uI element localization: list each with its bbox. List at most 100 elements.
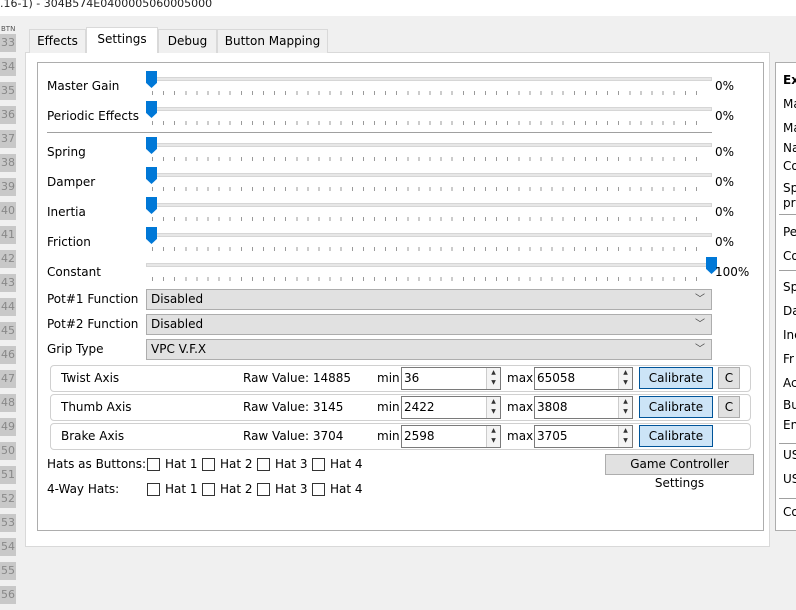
slider-track[interactable] [146, 263, 712, 267]
four-way-hats-checkbox-label: Hat 1 [165, 482, 198, 496]
max-value[interactable]: 65058 [537, 371, 575, 385]
button-number: 38 [0, 154, 16, 172]
four-way-hats-checkbox-label: Hat 4 [330, 482, 363, 496]
spin-arrows-icon[interactable]: ▲ ▼ [618, 397, 632, 418]
max-spinbox[interactable]: 3705 ▲ ▼ [534, 425, 633, 448]
hats-as-buttons-checkbox-label: Hat 4 [330, 457, 363, 471]
button-number: 42 [0, 250, 16, 268]
right-separator [779, 214, 796, 215]
min-label: min [377, 400, 400, 414]
hats-as-buttons-checkbox[interactable] [257, 458, 270, 471]
hats-as-buttons-label: Hats as Buttons: [47, 457, 147, 471]
right-panel-item: Bu [783, 398, 796, 412]
slider-label: Constant [47, 265, 101, 279]
button-number: 52 [0, 490, 16, 508]
button-number: 41 [0, 226, 16, 244]
tab-button-mapping[interactable]: Button Mapping [217, 29, 328, 53]
raw-value: Raw Value: 14885 [243, 371, 352, 385]
window-title: .16-1) - 304B574E0400005060005000 [0, 0, 796, 16]
spin-arrows-icon[interactable]: ▲ ▼ [618, 426, 632, 447]
right-panel-item: Ex [783, 73, 796, 87]
hats-as-buttons-checkbox[interactable] [202, 458, 215, 471]
axis-name: Twist Axis [61, 371, 120, 385]
combo-0[interactable]: Disabled ﹀ [146, 289, 712, 310]
slider-ticks [152, 121, 707, 125]
button-number: 33 [0, 34, 16, 52]
min-label: min [377, 429, 400, 443]
four-way-hats-checkbox[interactable] [202, 483, 215, 496]
tab-effects[interactable]: Effects [29, 29, 86, 53]
calibrate-button[interactable]: Calibrate [639, 425, 713, 447]
right-separator [779, 270, 796, 271]
c-button[interactable]: C [718, 396, 740, 418]
button-number: 50 [0, 442, 16, 460]
slider-label: Periodic Effects [47, 109, 139, 123]
max-value[interactable]: 3705 [537, 429, 568, 443]
right-panel-item: Na [783, 141, 796, 155]
right-panel-item: Da [783, 304, 796, 318]
button-number-column: BTN 33 34 35 36 37 38 39 40 41 42 43 44 45 46 47 48 49 50 5… [0, 24, 18, 610]
min-value[interactable]: 2598 [404, 429, 435, 443]
combo-1[interactable]: Disabled ﹀ [146, 314, 712, 335]
slider-ticks [152, 217, 707, 221]
slider-label: Friction [47, 235, 91, 249]
slider-ticks [152, 187, 707, 191]
four-way-hats-checkbox[interactable] [257, 483, 270, 496]
slider-value: 0% [715, 205, 735, 219]
separator [47, 132, 712, 133]
slider-track[interactable] [146, 173, 712, 177]
min-value[interactable]: 2422 [404, 400, 435, 414]
button-number: 53 [0, 514, 16, 532]
combo-label: Grip Type [47, 342, 104, 356]
max-spinbox[interactable]: 65058 ▲ ▼ [534, 367, 633, 390]
right-panel-item: Fr [783, 352, 794, 366]
tab-debug[interactable]: Debug [158, 29, 217, 53]
max-spinbox[interactable]: 3808 ▲ ▼ [534, 396, 633, 419]
slider-track[interactable] [146, 143, 712, 147]
right-panel-item: Co [783, 249, 796, 263]
min-spinbox[interactable]: 36 ▲ ▼ [401, 367, 501, 390]
right-panel-item: Ine [783, 328, 796, 342]
spin-arrows-icon[interactable]: ▲ ▼ [486, 426, 500, 447]
right-separator [779, 498, 796, 499]
max-label: max [507, 371, 534, 385]
button-number: 36 [0, 106, 16, 124]
combo-value: Disabled [151, 292, 204, 306]
min-value[interactable]: 36 [404, 371, 419, 385]
spin-arrows-icon[interactable]: ▲ ▼ [486, 397, 500, 418]
game-controller-settings-button[interactable]: Game Controller Settings [605, 454, 754, 490]
combo-label: Pot#1 Function [47, 292, 139, 306]
button-number: 39 [0, 178, 16, 196]
slider-value: 0% [715, 109, 735, 123]
right-separator [779, 443, 796, 444]
slider-value: 0% [715, 145, 735, 159]
btn-header: BTN [1, 25, 16, 33]
tab-settings[interactable]: Settings [86, 27, 158, 53]
hats-as-buttons-checkbox-label: Hat 3 [275, 457, 308, 471]
button-number: 37 [0, 130, 16, 148]
min-spinbox[interactable]: 2422 ▲ ▼ [401, 396, 501, 419]
max-label: max [507, 429, 534, 443]
hats-as-buttons-checkbox[interactable] [147, 458, 160, 471]
c-button[interactable]: C [718, 367, 740, 389]
max-value[interactable]: 3808 [537, 400, 568, 414]
button-number: 51 [0, 466, 16, 484]
slider-ticks [152, 91, 707, 95]
button-number: 46 [0, 346, 16, 364]
right-panel-item: Pe [783, 225, 796, 239]
four-way-hats-checkbox[interactable] [312, 483, 325, 496]
slider-track[interactable] [146, 77, 712, 81]
min-spinbox[interactable]: 2598 ▲ ▼ [401, 425, 501, 448]
calibrate-button[interactable]: Calibrate [639, 396, 713, 418]
slider-track[interactable] [146, 233, 712, 237]
spin-arrows-icon[interactable]: ▲ ▼ [618, 368, 632, 389]
four-way-hats-checkbox[interactable] [147, 483, 160, 496]
hats-as-buttons-checkbox[interactable] [312, 458, 325, 471]
slider-ticks [152, 247, 707, 251]
right-panel-item: Ma [783, 97, 796, 111]
combo-2[interactable]: VPC V.F.X ﹀ [146, 339, 712, 360]
calibrate-button[interactable]: Calibrate [639, 367, 713, 389]
spin-arrows-icon[interactable]: ▲ ▼ [486, 368, 500, 389]
slider-track[interactable] [146, 107, 712, 111]
slider-track[interactable] [146, 203, 712, 207]
